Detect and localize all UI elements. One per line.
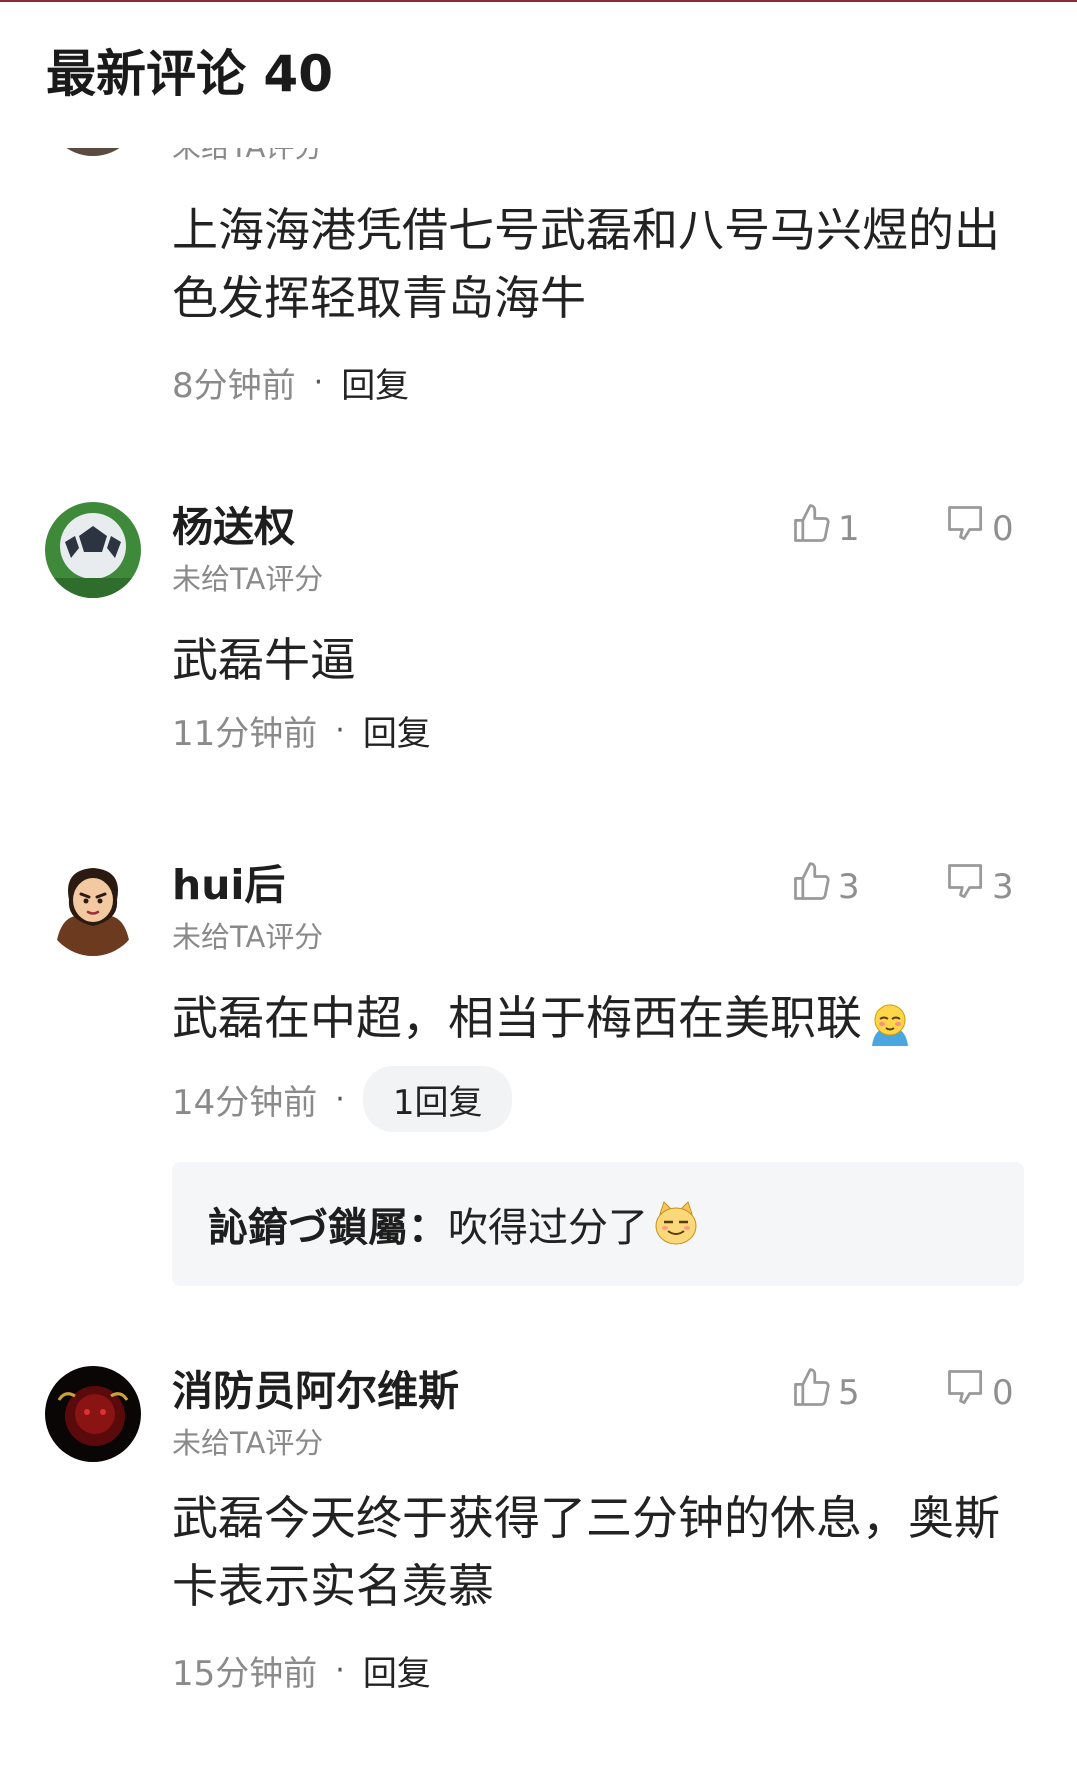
comment-meta: 15分钟前 · 回复	[172, 1642, 431, 1698]
blushing-face-emoji	[866, 998, 914, 1046]
like-button[interactable]: 1	[790, 502, 860, 555]
avatar[interactable]	[45, 1366, 141, 1462]
avatar[interactable]	[45, 860, 141, 956]
avatar[interactable]	[45, 148, 141, 156]
dislike-button[interactable]: 0	[944, 1366, 1014, 1419]
dislike-count: 3	[992, 866, 1014, 907]
username[interactable]: 杨送权	[172, 502, 295, 552]
top-accent-line	[0, 0, 1077, 2]
thumbs-down-outline-icon	[944, 1366, 988, 1419]
thumbs-up-outline-icon	[790, 1366, 834, 1419]
like-button[interactable]: 3	[790, 860, 860, 913]
dislike-count: 0	[992, 508, 1014, 549]
comment-text: 上海海港凭借七号武磊和八号马兴煜的出色发挥轻取青岛海牛	[172, 203, 1000, 325]
rating-status: 未给TA评分	[172, 920, 324, 954]
comment-meta: 8分钟前 · 回复	[172, 354, 409, 410]
like-count: 3	[838, 866, 860, 907]
comment-time: 8分钟前	[172, 365, 296, 406]
view-replies-button[interactable]: 1回复	[362, 1066, 513, 1132]
rating-status: 未给TA评分	[172, 1426, 324, 1460]
avatar[interactable]	[45, 502, 141, 598]
dislike-button[interactable]: 0	[944, 502, 1014, 555]
reply-button[interactable]: 回复	[363, 1646, 431, 1695]
like-count: 5	[838, 1372, 860, 1413]
username[interactable]: hui后	[172, 860, 285, 910]
comment-list[interactable]: 未给TA评分 上海海港凭借七号武磊和八号马兴煜的出色发挥轻取青岛海牛 8分钟前 …	[0, 148, 1077, 1767]
comment-text: 武磊在中超，相当于梅西在美职联	[172, 984, 1042, 1052]
latest-comments-title: 最新评论 40	[46, 45, 333, 103]
thumbs-down-outline-icon	[944, 860, 988, 913]
smug-cat-emoji	[652, 1200, 700, 1248]
reply-button[interactable]: 回复	[363, 706, 431, 755]
comment-text-body: 武磊在中超，相当于梅西在美职联	[172, 991, 862, 1045]
like-button[interactable]: 5	[790, 1366, 860, 1419]
sub-reply-username[interactable]: 訫錥づ鎖屬：	[208, 1195, 448, 1253]
dislike-button[interactable]: 3	[944, 860, 1014, 913]
meta-separator: ·	[335, 712, 345, 748]
meta-separator: ·	[313, 364, 324, 400]
comment-meta: 14分钟前 · 1回复	[172, 1066, 513, 1132]
comment-time: 15分钟前	[172, 1653, 318, 1694]
rating-status: 未给TA评分	[172, 562, 324, 596]
username[interactable]: 消防员阿尔维斯	[172, 1366, 459, 1416]
comment-time: 11分钟前	[172, 713, 318, 754]
meta-separator: ·	[335, 1652, 345, 1688]
thumbs-up-outline-icon	[790, 502, 834, 555]
like-count: 1	[838, 508, 860, 549]
rating-status: 未给TA评分	[172, 148, 323, 164]
sub-reply[interactable]: 訫錥づ鎖屬： 吹得过分了	[172, 1162, 1024, 1286]
thumbs-up-outline-icon	[790, 860, 834, 913]
comment-text: 武磊今天终于获得了三分钟的休息，奥斯卡表示实名羡慕	[172, 1491, 1000, 1613]
comment-text: 武磊牛逼	[172, 633, 356, 687]
sub-reply-text: 吹得过分了	[448, 1205, 648, 1251]
dislike-count: 0	[992, 1372, 1014, 1413]
thumbs-down-outline-icon	[944, 502, 988, 555]
reply-button[interactable]: 回复	[341, 358, 409, 407]
meta-separator: ·	[335, 1081, 345, 1117]
comment-meta: 11分钟前 · 回复	[172, 702, 431, 758]
comment-time: 14分钟前	[172, 1082, 318, 1123]
